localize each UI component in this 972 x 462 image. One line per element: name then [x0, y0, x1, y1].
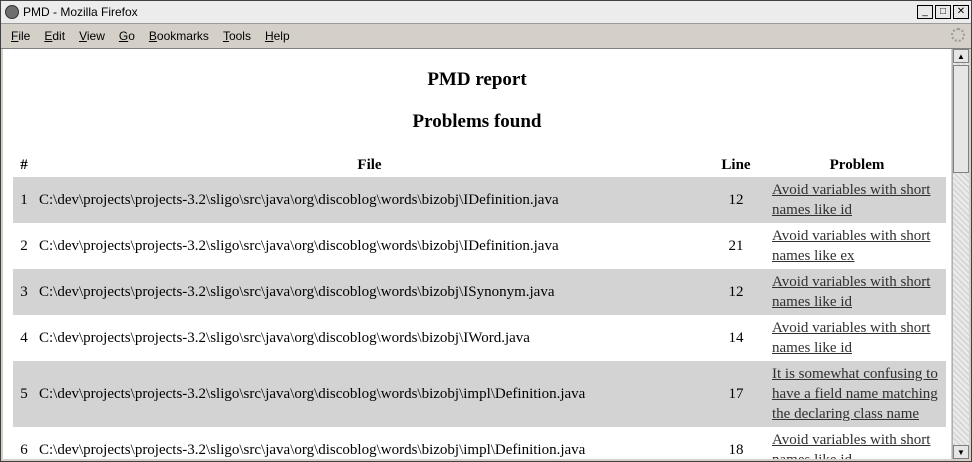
menu-file[interactable]: File — [11, 29, 30, 43]
problem-link[interactable]: Avoid variables with short names like id — [772, 182, 930, 218]
row-file: C:\dev\projects\projects-3.2\sligo\src\j… — [39, 237, 559, 254]
page-content: PMD report Problems found # File Line Pr… — [3, 49, 951, 459]
window-title: PMD - Mozilla Firefox — [23, 5, 138, 19]
header-file: File — [357, 156, 382, 173]
row-line: 18 — [728, 441, 744, 458]
table-row: 1 C:\dev\projects\projects-3.2\sligo\src… — [13, 177, 946, 223]
close-button[interactable]: ✕ — [953, 5, 969, 19]
row-number: 6 — [20, 441, 28, 458]
row-number: 2 — [20, 237, 28, 254]
row-line: 14 — [728, 329, 744, 346]
problem-link[interactable]: Avoid variables with short names like id — [772, 320, 930, 356]
browser-window: PMD - Mozilla Firefox _ □ ✕ File Edit Vi… — [0, 0, 972, 462]
row-line: 12 — [704, 269, 768, 315]
scroll-down-icon[interactable]: ▼ — [953, 445, 969, 459]
menu-help[interactable]: Help — [265, 29, 290, 43]
row-file: C:\dev\projects\projects-3.2\sligo\src\j… — [39, 441, 586, 458]
maximize-button[interactable]: □ — [935, 5, 951, 19]
row-line: 12 — [704, 177, 768, 223]
problem-link[interactable]: It is somewhat confusing to have a field… — [772, 366, 938, 422]
table-row: 2 C:\dev\projects\projects-3.2\sligo\src… — [13, 223, 946, 269]
row-file: C:\dev\projects\projects-3.2\sligo\src\j… — [35, 361, 704, 427]
table-row: 5 C:\dev\projects\projects-3.2\sligo\src… — [13, 361, 946, 427]
row-line: 17 — [704, 361, 768, 427]
table-row: 3 C:\dev\projects\projects-3.2\sligo\src… — [13, 269, 946, 315]
row-file: C:\dev\projects\projects-3.2\sligo\src\j… — [39, 329, 530, 346]
firefox-icon — [5, 5, 19, 19]
problem-link[interactable]: Avoid variables with short names like id — [772, 432, 930, 459]
menu-view[interactable]: View — [79, 29, 105, 43]
minimize-button[interactable]: _ — [917, 5, 933, 19]
scroll-thumb[interactable] — [953, 65, 969, 173]
menu-go[interactable]: Go — [119, 29, 135, 43]
scroll-up-icon[interactable]: ▲ — [953, 49, 969, 63]
row-file: C:\dev\projects\projects-3.2\sligo\src\j… — [35, 269, 704, 315]
row-line: 21 — [728, 237, 744, 254]
header-problem: Problem — [829, 157, 885, 173]
vertical-scrollbar[interactable]: ▲ ▼ — [952, 49, 969, 459]
throbber-icon — [951, 28, 965, 42]
table-header-row: # File Line Problem — [13, 153, 946, 177]
row-number: 4 — [20, 329, 28, 346]
problem-link[interactable]: Avoid variables with short names like id — [772, 274, 930, 310]
page-title: PMD report — [427, 69, 527, 90]
header-number: # — [20, 156, 28, 173]
problem-link[interactable]: Avoid variables with short names like ex — [772, 228, 930, 264]
problems-table: # File Line Problem 1 C:\dev\projects\pr… — [13, 153, 946, 459]
section-title: Problems found — [412, 111, 542, 132]
row-number: 5 — [13, 361, 35, 427]
menu-bar: File Edit View Go Bookmarks Tools Help — [1, 24, 971, 49]
row-number: 3 — [13, 269, 35, 315]
header-line: Line — [721, 156, 751, 173]
menu-bookmarks[interactable]: Bookmarks — [149, 29, 209, 43]
menu-edit[interactable]: Edit — [44, 29, 65, 43]
menu-tools[interactable]: Tools — [223, 29, 251, 43]
row-file: C:\dev\projects\projects-3.2\sligo\src\j… — [35, 177, 704, 223]
row-number: 1 — [13, 177, 35, 223]
table-row: 6 C:\dev\projects\projects-3.2\sligo\src… — [13, 427, 946, 459]
title-bar: PMD - Mozilla Firefox _ □ ✕ — [1, 1, 971, 24]
table-row: 4 C:\dev\projects\projects-3.2\sligo\src… — [13, 315, 946, 361]
